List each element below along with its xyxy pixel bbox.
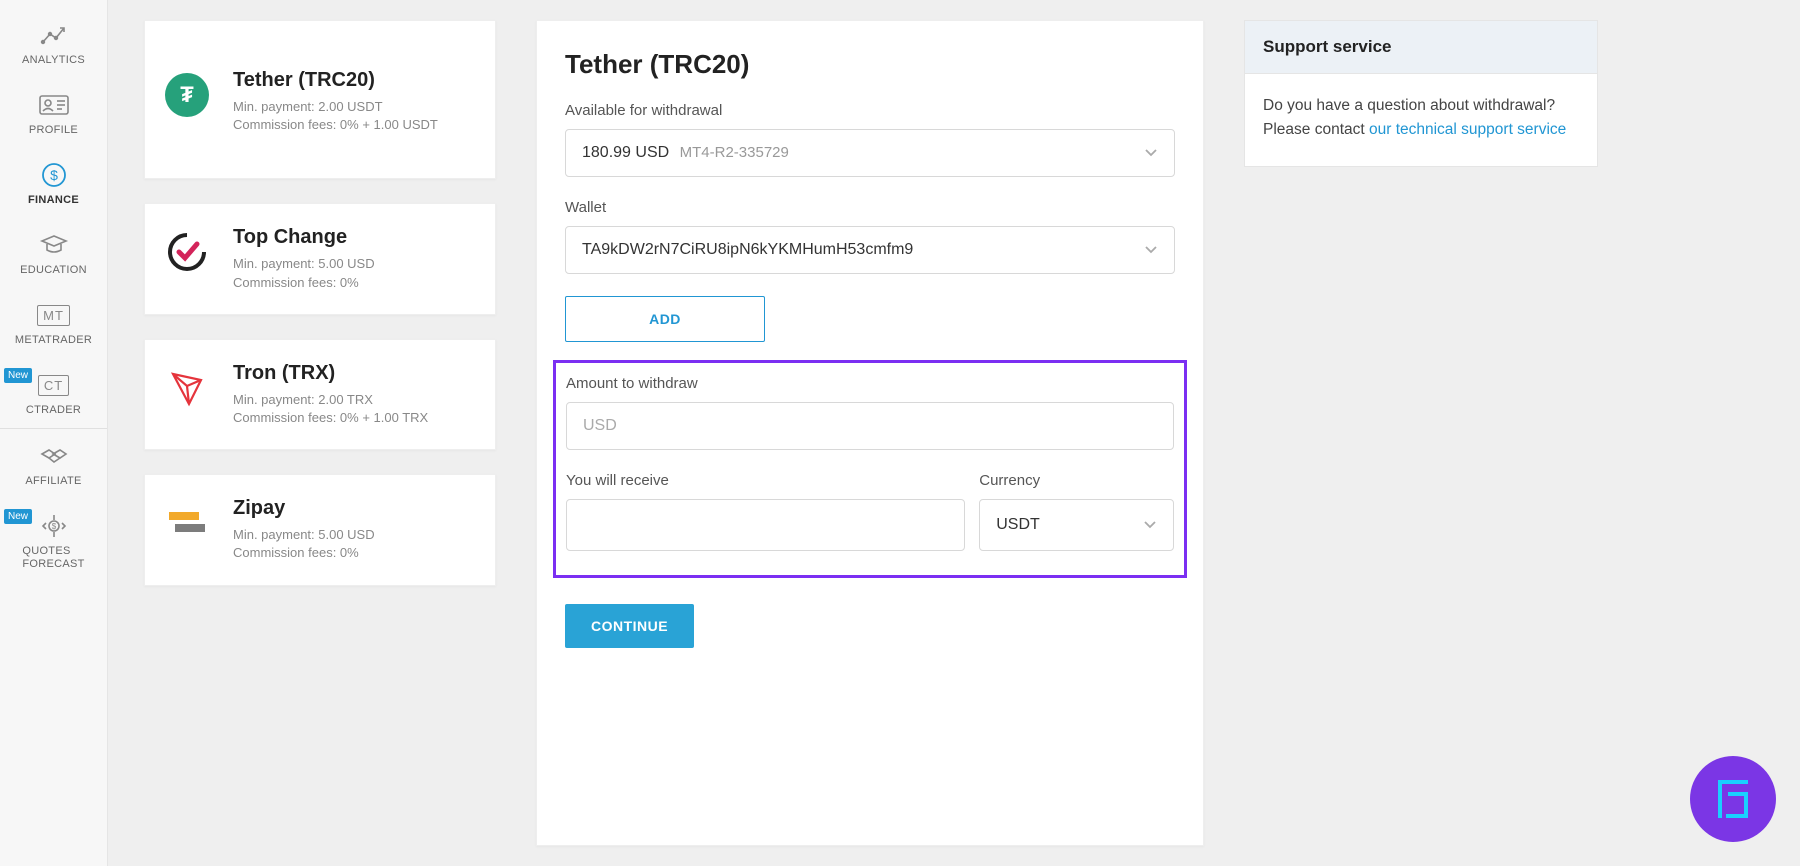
method-card-tron[interactable]: Tron (TRX) Min. payment: 2.00 TRX Commis… [144,339,496,450]
method-title: Tron (TRX) [233,362,428,385]
support-title: Support service [1245,21,1597,74]
sidebar-item-profile[interactable]: PROFILE [0,78,107,148]
method-title: Top Change [233,226,375,249]
add-button[interactable]: ADD [565,296,765,342]
currency-select[interactable]: USDT [979,499,1174,551]
sidebar-label: CTRADER [26,404,81,416]
continue-button[interactable]: CONTINUE [565,604,694,648]
withdrawal-form: Tether (TRC20) Available for withdrawal … [536,20,1204,846]
support-panel: Support service Do you have a question a… [1244,20,1598,167]
floating-logo[interactable] [1690,756,1776,842]
affiliate-icon [36,441,72,471]
zipay-icon [165,501,209,545]
support-link[interactable]: our technical support service [1369,121,1566,138]
sidebar-item-education[interactable]: EDUCATION [0,218,107,288]
analytics-icon [36,20,72,50]
tron-icon [165,366,209,410]
sidebar-label: FINANCE [28,194,79,206]
sidebar-item-finance[interactable]: $ FINANCE [0,148,107,218]
chevron-down-icon [1144,145,1158,161]
method-card-topchange[interactable]: Top Change Min. payment: 5.00 USD Commis… [144,203,496,314]
sidebar-label: EDUCATION [20,264,87,276]
svg-text:$: $ [51,522,56,531]
new-badge: New [4,368,32,383]
method-card-zipay[interactable]: Zipay Min. payment: 5.00 USD Commission … [144,474,496,585]
wallet-select[interactable]: TA9kDW2rN7CiRU8ipN6kYKMHumH53cmfm9 [565,226,1175,274]
profile-icon [36,90,72,120]
sidebar-label: PROFILE [29,124,78,136]
sidebar-item-analytics[interactable]: ANALYTICS [0,8,107,78]
quotes-icon: $ [36,511,72,541]
chevron-down-icon [1143,517,1157,533]
method-card-tether[interactable]: ₮ Tether (TRC20) Min. payment: 2.00 USDT… [144,20,496,179]
svg-text:$: $ [50,167,58,183]
chevron-down-icon [1144,242,1158,258]
sidebar-label: METATRADER [15,334,92,346]
method-min: Min. payment: 2.00 TRX [233,391,428,409]
highlighted-amount-section: Amount to withdraw USD You will receive … [553,360,1187,578]
method-fee: Commission fees: 0% [233,544,375,562]
account-balance: 180.99 USD [582,144,669,161]
finance-icon: $ [36,160,72,190]
method-title: Zipay [233,497,375,520]
sidebar: ANALYTICS PROFILE $ FINANCE EDUCATION [0,0,108,866]
receive-input[interactable] [566,499,965,551]
amount-input[interactable]: USD [566,402,1174,450]
currency-label: Currency [979,472,1174,489]
amount-label: Amount to withdraw [566,375,1174,392]
new-badge: New [4,509,32,524]
currency-value: USDT [996,516,1040,534]
method-min: Min. payment: 5.00 USD [233,526,375,544]
method-min: Min. payment: 2.00 USDT [233,98,438,116]
sidebar-label: QUOTESFORECAST [22,545,84,571]
sidebar-item-metatrader[interactable]: MT METATRADER [0,288,107,358]
sidebar-item-quotes-forecast[interactable]: New $ QUOTESFORECAST [0,499,107,583]
sidebar-item-ctrader[interactable]: New CT CTRADER [0,358,107,428]
account-select[interactable]: 180.99 USD MT4-R2-335729 [565,129,1175,177]
sidebar-label: ANALYTICS [22,54,85,66]
method-fee: Commission fees: 0% [233,274,375,292]
tether-icon: ₮ [165,73,209,117]
education-icon [36,230,72,260]
ct-icon: CT [36,370,72,400]
available-label: Available for withdrawal [565,102,1175,119]
receive-label: You will receive [566,472,965,489]
account-id: MT4-R2-335729 [680,144,789,161]
workspace: ₮ Tether (TRC20) Min. payment: 2.00 USDT… [108,0,1800,866]
support-body: Do you have a question about withdrawal?… [1245,74,1597,166]
wallet-value: TA9kDW2rN7CiRU8ipN6kYKMHumH53cmfm9 [582,241,913,259]
mt-icon: MT [36,300,72,330]
method-min: Min. payment: 5.00 USD [233,255,375,273]
payment-method-list: ₮ Tether (TRC20) Min. payment: 2.00 USDT… [144,20,496,846]
form-title: Tether (TRC20) [565,49,1175,80]
wallet-label: Wallet [565,199,1175,216]
topchange-icon [165,230,209,274]
method-fee: Commission fees: 0% + 1.00 USDT [233,116,438,134]
sidebar-item-affiliate[interactable]: AFFILIATE [0,429,107,499]
amount-placeholder: USD [583,417,617,435]
method-title: Tether (TRC20) [233,69,438,92]
sidebar-label: AFFILIATE [25,475,81,487]
method-fee: Commission fees: 0% + 1.00 TRX [233,409,428,427]
